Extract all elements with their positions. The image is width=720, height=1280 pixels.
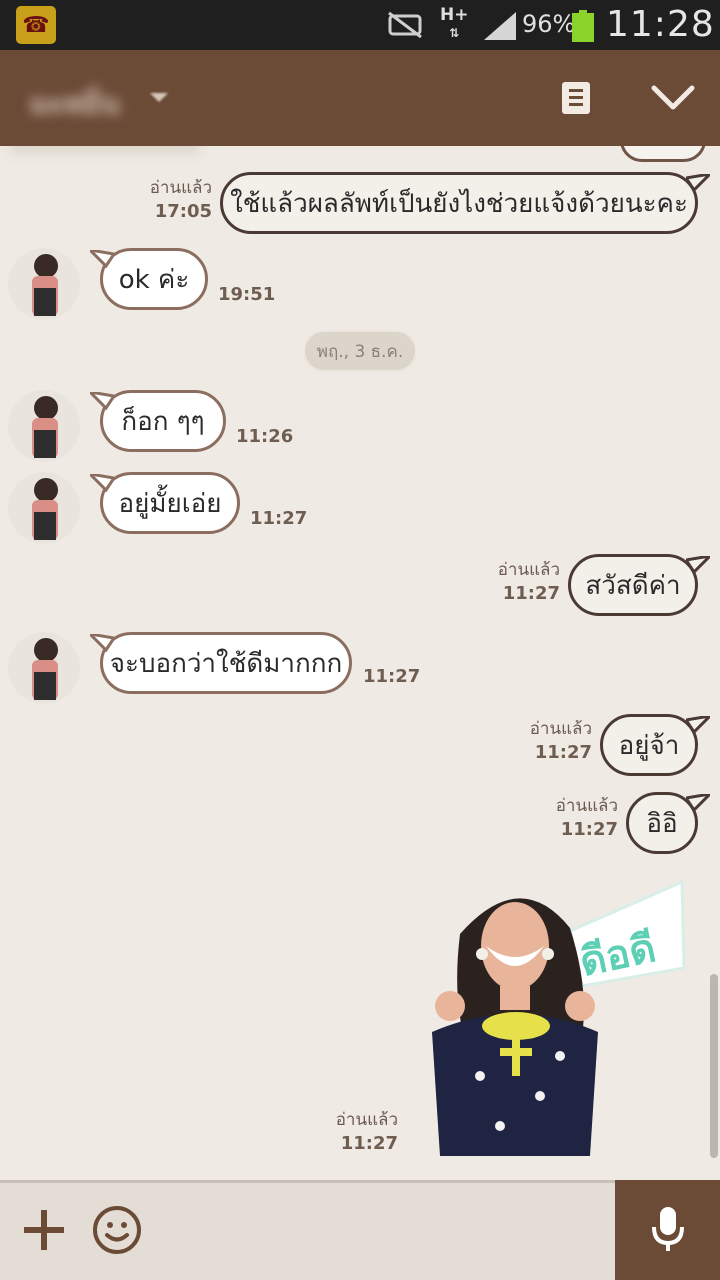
message-text: ใช้แล้วผลลัพท์เป็นยังไงช่วยแจ้งด้วยนะคะ	[230, 188, 688, 219]
network-type: H+ ⇅	[440, 5, 469, 40]
avatar[interactable]	[8, 390, 80, 462]
message-meta: อ่านแล้ว 17:05	[149, 178, 212, 222]
plus-icon[interactable]	[22, 1208, 66, 1252]
chat-title[interactable]: มะหมิ่น	[30, 82, 120, 126]
battery-icon	[572, 10, 594, 42]
message-bubble-incoming[interactable]: ก็อก ๆๆ	[100, 390, 226, 452]
previous-message-shadow	[10, 146, 200, 152]
avatar[interactable]	[8, 472, 80, 544]
scrollbar[interactable]	[710, 974, 718, 1158]
chat-area[interactable]: อ่านแล้ว 17:05 ใช้แล้วผลลัพท์เป็นยังไงช่…	[0, 146, 720, 1180]
message-bubble-outgoing[interactable]: อยู่จ้า	[600, 714, 698, 776]
message-bubble-incoming[interactable]: อยู่มั้ยเอ่ย	[100, 472, 240, 534]
message-meta: อ่านแล้ว 11:27	[497, 560, 560, 604]
status-time: 11:28	[606, 4, 715, 45]
notes-icon[interactable]	[560, 80, 592, 116]
message-text: จะบอกว่าใช้ดีมากกก	[109, 648, 343, 679]
message-text: อยู่จ้า	[618, 730, 680, 761]
battery-percent: 96%	[522, 10, 576, 38]
microphone-button[interactable]	[615, 1180, 720, 1280]
message-bubble-outgoing[interactable]: ใช้แล้วผลลัพท์เป็นยังไงช่วยแจ้งด้วยนะคะ	[220, 172, 698, 234]
message-bubble-outgoing[interactable]: สวัสดีค่า	[568, 554, 698, 616]
emoji-icon[interactable]	[92, 1205, 142, 1255]
message-meta: อ่านแล้ว 11:27	[555, 796, 618, 840]
chevron-down-icon[interactable]	[648, 80, 698, 116]
bubble-tail	[90, 474, 114, 493]
message-text: อิอิ	[646, 808, 678, 839]
dropdown-caret-icon[interactable]	[150, 93, 168, 102]
message-bubble-incoming[interactable]: จะบอกว่าใช้ดีมากกก	[100, 632, 352, 694]
avatar[interactable]	[8, 632, 80, 704]
sticker-image[interactable]: ดีอดี	[420, 876, 690, 1156]
bubble-tail	[686, 174, 710, 193]
message-time: 11:27	[363, 666, 421, 687]
input-divider	[0, 1180, 615, 1183]
avatar[interactable]	[8, 248, 80, 320]
message-text: สวัสดีค่า	[585, 570, 681, 601]
date-separator: พฤ., 3 ธ.ค.	[303, 330, 417, 372]
message-bubble-incoming[interactable]: ok ค่ะ	[100, 248, 208, 310]
mute-icon	[388, 11, 422, 39]
input-bar	[0, 1180, 720, 1280]
message-time: 19:51	[218, 284, 276, 305]
message-time: 11:27	[250, 508, 308, 529]
chat-header: มะหมิ่น	[0, 50, 720, 146]
message-meta: อ่านแล้ว 11:27	[335, 1110, 398, 1154]
previous-message-bubble	[620, 146, 706, 162]
message-text: ok ค่ะ	[118, 264, 190, 295]
message-time: 11:26	[236, 426, 294, 447]
call-app-icon: ☎	[16, 6, 56, 44]
bubble-tail	[90, 392, 114, 411]
bubble-tail	[686, 716, 710, 735]
bubble-tail	[686, 794, 710, 813]
signal-icon	[484, 12, 516, 40]
bubble-tail	[90, 250, 114, 269]
microphone-icon	[651, 1207, 684, 1251]
message-meta: อ่านแล้ว 11:27	[529, 719, 592, 763]
message-text: อยู่มั้ยเอ่ย	[118, 488, 222, 519]
status-bar: ☎ H+ ⇅ 96% 11:28	[0, 0, 720, 50]
message-text: ก็อก ๆๆ	[121, 406, 205, 437]
bubble-tail	[90, 634, 114, 653]
bubble-tail	[686, 556, 710, 575]
